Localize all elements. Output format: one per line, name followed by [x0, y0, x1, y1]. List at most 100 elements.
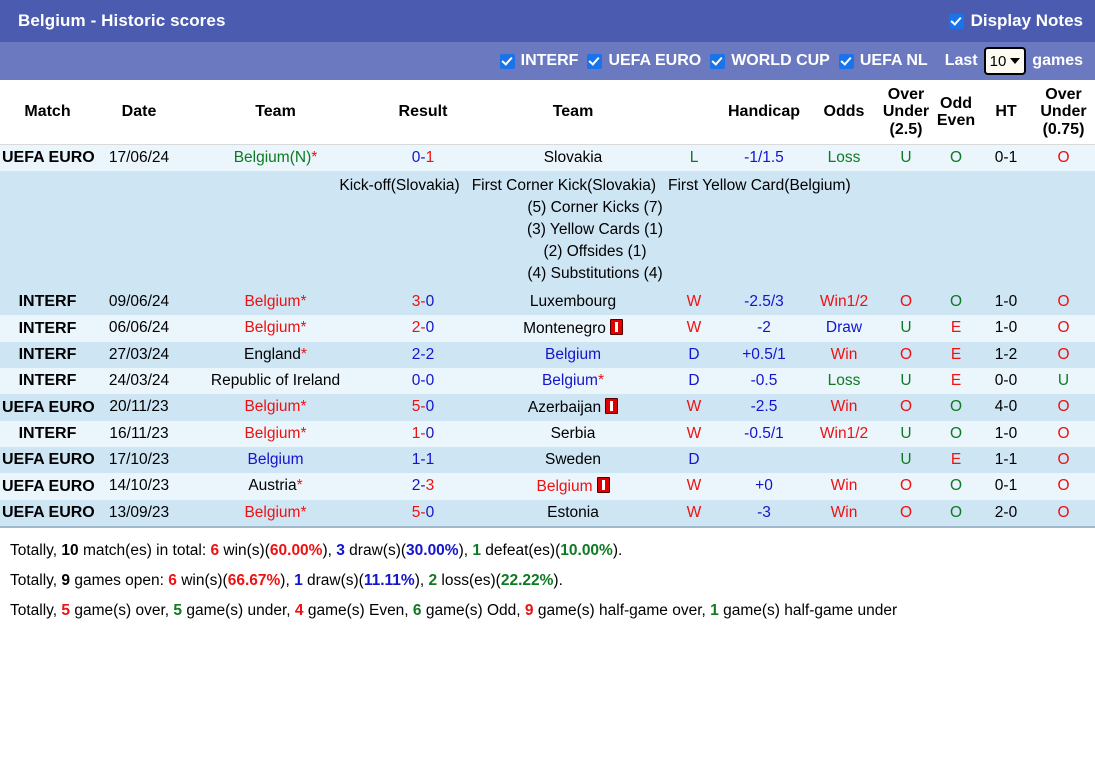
home-advantage-asterisk: * — [311, 148, 318, 166]
uefa-euro-checkbox[interactable] — [587, 53, 603, 69]
match-date-text: 24/03/24 — [108, 371, 170, 389]
table-row[interactable]: INTERF 24/03/24 Republic of Ireland 0-0 Belg… — [0, 367, 1095, 394]
filter-world-cup[interactable]: WORLD CUP — [710, 52, 830, 70]
over-under-25-value: O — [880, 288, 932, 315]
summary-text: ), — [458, 541, 473, 559]
half-time-score-text: 4-0 — [994, 398, 1018, 416]
interf-checkbox[interactable] — [499, 53, 515, 69]
table-row[interactable]: UEFA EURO 20/11/23 Belgium* 5-0 Azerbaijan W -… — [0, 393, 1095, 421]
over-under-25-value-text: U — [900, 371, 912, 389]
table-row[interactable]: INTERF 27/03/24 England* 2-2 Belgium D +0.5/1 W… — [0, 341, 1095, 368]
half-time-score: 0-1 — [980, 144, 1032, 171]
odd-even-value-text: O — [949, 503, 963, 521]
table-row[interactable]: UEFA EURO 17/06/24 Belgium(N)* 0-1 Slovakia L… — [0, 144, 1095, 171]
uefa-nl-checkbox[interactable] — [838, 53, 854, 69]
over-under-075-value-text: U — [1057, 371, 1070, 389]
home-team[interactable]: Austria* — [183, 472, 368, 500]
match-outcome-text: W — [686, 292, 702, 310]
away-team[interactable]: Azerbaijan — [478, 393, 668, 421]
table-row[interactable]: INTERF 16/11/23 Belgium* 1-0 Serbia W -0.5/1 Wi… — [0, 420, 1095, 447]
summary-value: 60.00% — [269, 541, 323, 559]
handicap-value-text: -1/1.5 — [744, 148, 784, 166]
half-time-score: 1-1 — [980, 446, 1032, 473]
odd-even-value: O — [932, 393, 980, 421]
competition-filter-bar: INTERF UEFA EURO WORLD CUP UEFA NL Last … — [0, 42, 1095, 80]
match-date: 17/06/24 — [95, 144, 183, 171]
filter-uefa-nl[interactable]: UEFA NL — [838, 52, 928, 70]
competition-badge: INTERF — [0, 341, 95, 368]
handicap-value-text: -3 — [757, 503, 771, 521]
world-cup-checkbox[interactable] — [710, 53, 726, 69]
filter-interf[interactable]: INTERF — [499, 52, 578, 70]
away-team[interactable]: Serbia — [478, 420, 668, 447]
competition-badge: UEFA EURO — [0, 446, 95, 473]
summary-text: game(s) under, — [182, 602, 295, 620]
away-team[interactable]: Luxembourg — [478, 288, 668, 315]
summary-value: 30.00% — [406, 541, 459, 559]
table-row[interactable]: UEFA EURO 14/10/23 Austria* 2-3 Belgium W +0 Wi… — [0, 472, 1095, 500]
col-away-team: Team — [478, 80, 668, 145]
away-team[interactable]: Sweden — [478, 446, 668, 473]
away-team[interactable]: Belgium — [478, 472, 668, 500]
table-row[interactable]: UEFA EURO 17/10/23 Belgium 1-1 Sweden D U E 1-1 O — [0, 446, 1095, 473]
summary-text: Totally, — [10, 541, 62, 559]
summary-value: 9 — [61, 572, 71, 590]
match-date-text: 16/11/23 — [109, 424, 169, 442]
result-away-goals: 0 — [425, 292, 435, 310]
home-team[interactable]: Belgium* — [183, 420, 368, 447]
away-team[interactable]: Slovakia — [478, 144, 668, 171]
odd-even-value-text: E — [950, 319, 962, 337]
result-away-goals: 1 — [425, 148, 435, 166]
over-under-25-value-text: U — [900, 450, 912, 468]
home-team-text: Belgium — [247, 450, 304, 468]
display-notes-checkbox[interactable] — [948, 13, 964, 29]
away-team[interactable]: Belgium — [478, 341, 668, 368]
away-team[interactable]: Estonia — [478, 499, 668, 526]
away-team-text: Belgium — [545, 345, 601, 363]
summary-text: draw(s)( — [344, 541, 407, 559]
home-team[interactable]: Belgium(N)* — [183, 144, 368, 171]
home-team[interactable]: Belgium* — [183, 288, 368, 315]
away-team[interactable]: Montenegro — [478, 314, 668, 342]
display-notes-control[interactable]: Display Notes — [948, 11, 1083, 31]
over-under-25-value: U — [880, 314, 932, 342]
over-under-075-value-text: O — [1057, 503, 1070, 521]
away-team[interactable]: Belgium* — [478, 367, 668, 394]
col-odds: Odds — [808, 80, 880, 145]
half-time-score: 2-0 — [980, 499, 1032, 526]
table-row[interactable]: INTERF 09/06/24 Belgium* 3-0 Luxembourg W -2.5… — [0, 288, 1095, 315]
match-result: 0-0 — [368, 367, 478, 394]
handicap-value: -2.5 — [720, 393, 808, 421]
competition-badge: INTERF — [0, 288, 95, 315]
competition-badge: UEFA EURO — [0, 472, 95, 500]
match-outcome-text: W — [686, 477, 702, 495]
home-team[interactable]: Belgium* — [183, 314, 368, 342]
home-team[interactable]: England* — [183, 341, 368, 368]
match-outcome: W — [668, 499, 720, 526]
match-date: 24/03/24 — [95, 367, 183, 394]
match-result: 1-1 — [368, 446, 478, 473]
notes-stat-line: (4) Substitutions (4) — [527, 264, 663, 282]
home-team[interactable]: Belgium* — [183, 393, 368, 421]
match-outcome: W — [668, 420, 720, 447]
home-advantage-asterisk: * — [300, 503, 307, 521]
over-under-075-value: O — [1032, 144, 1095, 171]
odds-value-text: Loss — [827, 148, 861, 166]
games-count-select[interactable]: 10 — [983, 47, 1027, 75]
home-team[interactable]: Belgium — [183, 446, 368, 473]
games-count-value: 10 — [989, 52, 1007, 70]
match-date: 20/11/23 — [95, 393, 183, 421]
summary-text: ). — [612, 541, 623, 559]
col-outcome — [668, 80, 720, 145]
odds-value — [808, 446, 880, 473]
col-result: Result — [368, 80, 478, 145]
filter-uefa-euro[interactable]: UEFA EURO — [587, 52, 701, 70]
home-team[interactable]: Republic of Ireland — [183, 367, 368, 394]
table-row[interactable]: INTERF 06/06/24 Belgium* 2-0 Montenegro W -2 Dr… — [0, 314, 1095, 342]
world-cup-label: WORLD CUP — [731, 52, 830, 69]
match-outcome-text: D — [688, 450, 700, 468]
home-team[interactable]: Belgium* — [183, 499, 368, 526]
table-row[interactable]: UEFA EURO 13/09/23 Belgium* 5-0 Estonia W -3 Wi… — [0, 499, 1095, 526]
home-advantage-asterisk: * — [300, 319, 307, 337]
result-away-goals: 1 — [425, 450, 435, 468]
